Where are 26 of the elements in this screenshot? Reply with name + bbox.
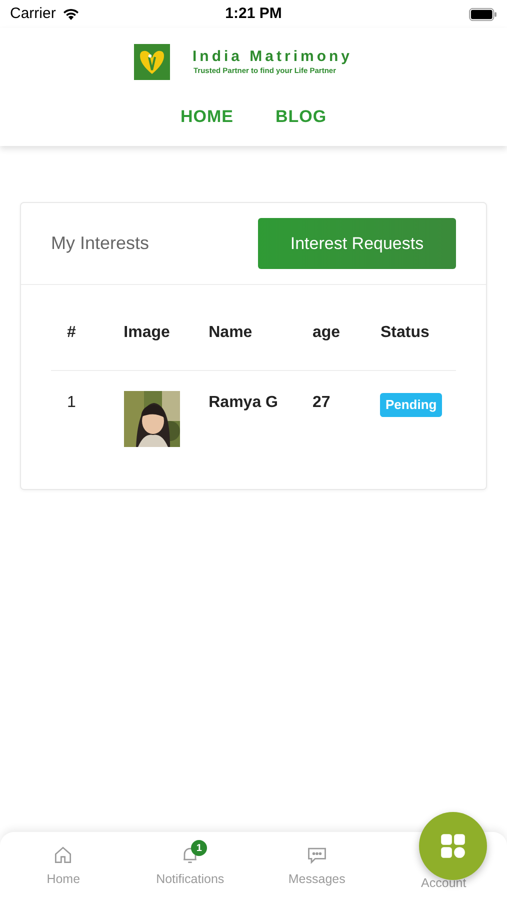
carrier-text: Carrier (10, 4, 56, 24)
card-title: My Interests (51, 232, 150, 255)
battery-icon (468, 8, 497, 20)
brand-name: India Matrimony (192, 48, 352, 66)
table-cell: 27 (312, 394, 330, 411)
tab-item[interactable]: Messages (254, 832, 380, 900)
table-cell: Ramya G (208, 394, 278, 411)
grid-icon (440, 833, 466, 859)
menu-fab[interactable] (419, 812, 487, 880)
interest-requests-button[interactable]: Interest Requests (258, 218, 456, 269)
column-header: Name (208, 324, 252, 341)
wifi-icon (62, 7, 80, 21)
tab-item[interactable]: 1 Notifications (126, 832, 254, 900)
notification-badge: 1 (191, 840, 208, 856)
column-header: age (312, 324, 340, 341)
tab-item[interactable]: Account (380, 832, 507, 900)
logo-icon (134, 44, 170, 80)
table-cell: 1 (67, 394, 76, 411)
nav-link[interactable]: BLOG (275, 104, 327, 130)
clock-text: 1:21 PM (225, 4, 282, 24)
tab-item[interactable]: Home (0, 832, 127, 900)
column-header: # (67, 324, 76, 341)
status-badge: Pending (380, 393, 442, 416)
column-header: Status (380, 324, 430, 341)
nav-link[interactable]: HOME (180, 104, 234, 130)
column-header: Image (124, 324, 170, 341)
